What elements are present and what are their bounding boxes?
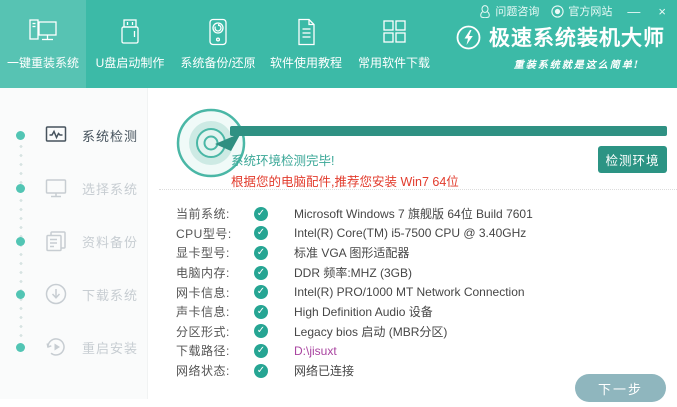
titlebar: 问题咨询 官方网站 — ×: [479, 3, 669, 19]
check-icon: ✓: [254, 324, 268, 339]
row-label: 声卡信息:: [176, 305, 230, 320]
tab-label: 常用软件下载: [357, 56, 430, 70]
recommendation-text: 根据您的电脑配件,推荐您安装 Win7 64位: [231, 175, 459, 189]
check-icon: ✓: [254, 265, 268, 280]
row-label: 网卡信息:: [176, 285, 230, 300]
documents-icon: [44, 229, 68, 253]
sidebar-step-data-backup[interactable]: 资料备份: [44, 228, 138, 254]
sidebar-step-choose-system[interactable]: 选择系统: [44, 175, 138, 201]
system-info-row-cpu: CPU型号: ✓ Intel(R) Core(TM) i5-7500 CPU @…: [176, 224, 533, 244]
usb-drive-icon: [115, 17, 145, 47]
main-panel: 系统环境检测完毕! 根据您的电脑配件,推荐您安装 Win7 64位 检测环境 当…: [149, 88, 677, 407]
step-dot: [16, 184, 25, 193]
progress-timeline: [19, 142, 23, 352]
brand-tagline: 重装系统就是这么简单!: [513, 60, 641, 71]
row-value-download-path: D:\jisuxt: [294, 343, 337, 358]
row-value: DDR 频率:MHZ (3GB): [294, 266, 412, 281]
chat-penguin-icon: [479, 4, 491, 18]
system-info-row-network-status: 网络状态: ✓ 网络已连接: [176, 361, 533, 381]
system-info-row-memory: 电脑内存: ✓ DDR 频率:MHZ (3GB): [176, 263, 533, 283]
step-dot: [16, 343, 25, 352]
step-label: 重启安装: [82, 340, 139, 356]
tab-backup-restore[interactable]: 系统备份/还原: [174, 0, 262, 88]
row-label: 分区形式:: [176, 324, 230, 339]
tab-label: 一键重装系统: [6, 56, 79, 70]
apps-grid-icon: [379, 17, 409, 47]
tab-label: 系统备份/还原: [180, 56, 256, 70]
monitor-icon: [44, 176, 68, 200]
check-icon: ✓: [254, 304, 268, 319]
check-icon: ✓: [254, 226, 268, 241]
dotted-separator: [159, 189, 677, 190]
computer-icon: [26, 17, 60, 47]
monitor-pulse-icon: [44, 123, 68, 147]
row-value: Intel(R) Core(TM) i5-7500 CPU @ 3.40GHz: [294, 226, 527, 241]
system-info-row-current-os: 当前系统: ✓ Microsoft Windows 7 旗舰版 64位 Buil…: [176, 204, 533, 224]
minimize-button[interactable]: —: [624, 4, 643, 19]
tab-reinstall-system[interactable]: 一键重装系统: [0, 0, 86, 88]
sidebar-step-restart-install[interactable]: 重启安装: [44, 334, 138, 360]
check-icon: ✓: [254, 363, 268, 378]
check-icon: ✓: [254, 206, 268, 221]
row-label: 显卡型号:: [176, 246, 230, 261]
step-label: 下载系统: [82, 287, 139, 303]
row-value: Legacy bios 启动 (MBR分区): [294, 324, 448, 339]
close-button[interactable]: ×: [655, 4, 669, 19]
step-dot: [16, 131, 25, 140]
help-link[interactable]: 问题咨询: [479, 3, 539, 19]
system-info-row-gpu: 显卡型号: ✓ 标准 VGA 图形适配器: [176, 243, 533, 263]
restart-icon: [44, 335, 68, 359]
tab-software-download[interactable]: 常用软件下载: [350, 0, 438, 88]
brand: 极速系统装机大师 重装系统就是这么简单!: [456, 22, 665, 71]
row-value: High Definition Audio 设备: [294, 305, 433, 320]
detect-environment-button[interactable]: 检测环境: [598, 146, 667, 173]
backup-restore-icon: [203, 17, 233, 47]
check-icon: ✓: [254, 245, 268, 260]
sidebar-step-system-check[interactable]: 系统检测: [44, 122, 138, 148]
app-window: 问题咨询 官方网站 — × 一键重装系统 U盘启动制作 系统备份/还原 软件使用…: [0, 0, 677, 407]
download-circle-icon: [44, 282, 68, 306]
tutorial-document-icon: [291, 17, 321, 47]
system-info-list: 当前系统: ✓ Microsoft Windows 7 旗舰版 64位 Buil…: [176, 204, 533, 380]
help-link-label: 问题咨询: [495, 6, 540, 18]
row-label: 下载路径:: [176, 344, 230, 359]
system-info-row-sound-card: 声卡信息: ✓ High Definition Audio 设备: [176, 302, 533, 322]
row-value: Microsoft Windows 7 旗舰版 64位 Build 7601: [294, 207, 533, 222]
row-value: 网络已连接: [294, 364, 355, 379]
app-header: 问题咨询 官方网站 — × 一键重装系统 U盘启动制作 系统备份/还原 软件使用…: [0, 0, 677, 88]
sidebar-step-download-system[interactable]: 下载系统: [44, 281, 138, 307]
row-value: 标准 VGA 图形适配器: [294, 246, 410, 261]
tab-label: 软件使用教程: [269, 56, 342, 70]
globe-icon: [551, 4, 565, 18]
system-info-row-download-path: 下载路径: ✓ D:\jisuxt: [176, 341, 533, 361]
official-site-link[interactable]: 官方网站: [551, 3, 612, 19]
check-icon: ✓: [254, 285, 268, 300]
step-label: 系统检测: [82, 128, 139, 144]
row-label: 当前系统:: [176, 207, 230, 222]
system-info-row-partition: 分区形式: ✓ Legacy bios 启动 (MBR分区): [176, 322, 533, 342]
detection-progress-bar: [230, 126, 667, 136]
main-nav-tabs: 一键重装系统 U盘启动制作 系统备份/还原 软件使用教程 常用软件下载: [0, 0, 438, 88]
official-site-label: 官方网站: [568, 6, 613, 18]
brand-title: 极速系统装机大师: [489, 27, 665, 50]
row-value: Intel(R) PRO/1000 MT Network Connection: [294, 285, 525, 300]
step-label: 选择系统: [82, 181, 139, 197]
tab-software-tutorial[interactable]: 软件使用教程: [262, 0, 350, 88]
check-icon: ✓: [254, 343, 268, 358]
row-label: CPU型号:: [176, 226, 232, 241]
step-dot: [16, 290, 25, 299]
status-text: 系统环境检测完毕!: [231, 154, 335, 168]
tab-usb-boot[interactable]: U盘启动制作: [86, 0, 174, 88]
lightning-bolt-icon: [456, 25, 481, 53]
sidebar: 系统检测 选择系统 资料备份 下载系统 重启安装: [0, 88, 148, 399]
system-info-row-network-card: 网卡信息: ✓ Intel(R) PRO/1000 MT Network Con…: [176, 282, 533, 302]
next-step-button[interactable]: 下一步: [575, 374, 666, 402]
row-label: 网络状态:: [176, 364, 230, 379]
step-label: 资料备份: [82, 234, 139, 250]
step-dot: [16, 237, 25, 246]
row-label: 电脑内存:: [176, 266, 230, 281]
tab-label: U盘启动制作: [95, 56, 165, 70]
